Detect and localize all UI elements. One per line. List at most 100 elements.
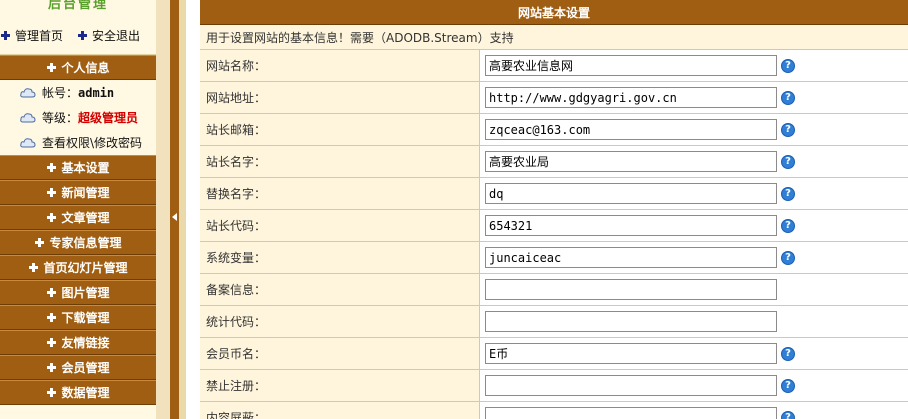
menu-downloads-label: 下载管理	[61, 311, 110, 325]
cloud-icon	[20, 112, 36, 122]
help-icon[interactable]: ?	[781, 218, 795, 233]
help-icon[interactable]: ?	[781, 58, 795, 73]
banned-registration-input[interactable]	[485, 375, 777, 396]
plus-icon	[77, 30, 88, 41]
form-row-content-filter: 内容屏蔽： ?	[200, 402, 908, 419]
help-icon[interactable]: ?	[781, 90, 795, 105]
plus-icon	[46, 287, 57, 298]
menu-members[interactable]: 会员管理	[0, 355, 156, 380]
menu-personal-info-label: 个人信息	[61, 61, 110, 75]
menu-personal-info[interactable]: 个人信息	[0, 55, 156, 80]
cloud-icon	[20, 137, 36, 147]
account-row: 帐号： admin	[0, 80, 156, 105]
logout-link[interactable]: 安全退出	[77, 27, 140, 44]
admin-logo: 后台管理	[47, 0, 108, 12]
system-variable-label: 系统变量：	[200, 242, 480, 273]
account-label: 帐号：	[42, 86, 79, 100]
menu-downloads[interactable]: 下载管理	[0, 305, 156, 330]
menu-members-label: 会员管理	[61, 361, 110, 375]
menu-news[interactable]: 新闻管理	[0, 180, 156, 205]
help-icon[interactable]: ?	[781, 186, 795, 201]
form-row-icp-record: 备案信息：	[200, 274, 908, 306]
icp-record-label: 备案信息：	[200, 274, 480, 305]
form-row-replace-name: 替换名字： ?	[200, 178, 908, 210]
plus-icon	[34, 237, 45, 248]
menu-data-label: 数据管理	[61, 386, 110, 400]
banned-registration-label: 禁止注册：	[200, 370, 480, 401]
help-icon[interactable]: ?	[781, 122, 795, 137]
menu-images[interactable]: 图片管理	[0, 280, 156, 305]
page-title: 网站基本设置	[200, 0, 908, 25]
sidebar-toggle[interactable]	[170, 0, 179, 419]
admin-name-input[interactable]	[485, 151, 777, 172]
admin-name-label: 站长名字：	[200, 146, 480, 177]
plus-icon	[46, 312, 57, 323]
menu-news-label: 新闻管理	[61, 186, 110, 200]
level-value: 超级管理员	[78, 111, 139, 125]
icp-record-cell	[480, 274, 908, 305]
form-row-site-url: 网站地址： ?	[200, 82, 908, 114]
stats-code-cell	[480, 306, 908, 337]
admin-email-cell: ?	[480, 114, 908, 145]
settings-panel: 网站基本设置 用于设置网站的基本信息！需要（ADODB.Stream）支持 网站…	[200, 0, 908, 419]
system-variable-cell: ?	[480, 242, 908, 273]
form-row-stats-code: 统计代码：	[200, 306, 908, 338]
stats-code-label: 统计代码：	[200, 306, 480, 337]
menu-articles[interactable]: 文章管理	[0, 205, 156, 230]
divider-gap	[156, 0, 170, 419]
content-filter-cell: ?	[480, 402, 908, 419]
plus-icon	[46, 162, 57, 173]
admin-code-input[interactable]	[485, 215, 777, 236]
account-value: admin	[78, 85, 115, 100]
plus-icon	[46, 337, 57, 348]
admin-home-link[interactable]: 管理首页	[0, 27, 63, 44]
content-filter-input[interactable]	[485, 407, 777, 419]
plus-icon	[46, 387, 57, 398]
level-row: 等级： 超级管理员	[0, 105, 156, 130]
site-url-cell: ?	[480, 82, 908, 113]
permission-password-link[interactable]: 查看权限\修改密码	[0, 130, 156, 155]
plus-icon	[46, 212, 57, 223]
frame-divider	[156, 0, 186, 419]
sidebar-header: 后台管理 管理首页 安全退出	[0, 0, 156, 55]
replace-name-input[interactable]	[485, 183, 777, 204]
banned-registration-cell: ?	[480, 370, 908, 401]
level-label: 等级：	[42, 111, 79, 125]
menu-articles-label: 文章管理	[61, 211, 110, 225]
form-row-banned-registration: 禁止注册： ?	[200, 370, 908, 402]
member-currency-input[interactable]	[485, 343, 777, 364]
content-filter-label: 内容屏蔽：	[200, 402, 480, 419]
permission-password-label: 查看权限\修改密码	[42, 136, 143, 150]
help-icon[interactable]: ?	[781, 250, 795, 265]
site-name-input[interactable]	[485, 55, 777, 76]
form-row-member-currency: 会员币名： ?	[200, 338, 908, 370]
menu-experts[interactable]: 专家信息管理	[0, 230, 156, 255]
form-row-admin-email: 站长邮箱： ?	[200, 114, 908, 146]
admin-code-label: 站长代码：	[200, 210, 480, 241]
form-row-admin-code: 站长代码： ?	[200, 210, 908, 242]
menu-slideshow[interactable]: 首页幻灯片管理	[0, 255, 156, 280]
help-icon[interactable]: ?	[781, 378, 795, 393]
member-currency-cell: ?	[480, 338, 908, 369]
plus-icon	[0, 30, 11, 41]
admin-code-cell: ?	[480, 210, 908, 241]
admin-home-label: 管理首页	[15, 29, 64, 43]
icp-record-input[interactable]	[485, 279, 777, 300]
menu-basic-settings-label: 基本设置	[61, 161, 110, 175]
top-links: 管理首页 安全退出	[0, 27, 156, 44]
help-icon[interactable]: ?	[781, 154, 795, 169]
system-variable-input[interactable]	[485, 247, 777, 268]
menu-friend-links[interactable]: 友情链接	[0, 330, 156, 355]
replace-name-label: 替换名字：	[200, 178, 480, 209]
admin-email-input[interactable]	[485, 119, 777, 140]
menu-images-label: 图片管理	[61, 286, 110, 300]
help-icon[interactable]: ?	[781, 346, 795, 361]
menu-basic-settings[interactable]: 基本设置	[0, 155, 156, 180]
stats-code-input[interactable]	[485, 311, 777, 332]
help-icon[interactable]: ?	[781, 410, 795, 419]
site-url-input[interactable]	[485, 87, 777, 108]
admin-email-label: 站长邮箱：	[200, 114, 480, 145]
admin-name-cell: ?	[480, 146, 908, 177]
replace-name-cell: ?	[480, 178, 908, 209]
menu-data[interactable]: 数据管理	[0, 380, 156, 405]
